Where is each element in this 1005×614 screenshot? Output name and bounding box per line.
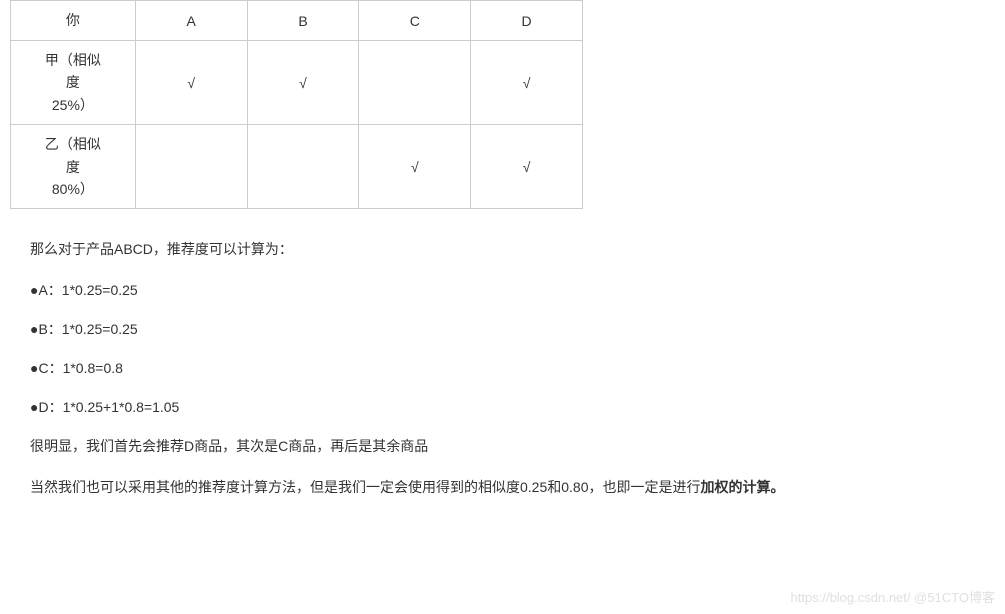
similarity-table: 你 A B C D 甲（相似 度 25%） √ √ √ 乙（ bbox=[10, 0, 583, 209]
cell-jia-a: √ bbox=[135, 41, 247, 125]
row-label-line: 80%） bbox=[52, 181, 94, 197]
header-d: D bbox=[471, 1, 583, 41]
header-c: C bbox=[359, 1, 471, 41]
row-label-line: 度 bbox=[66, 159, 80, 175]
row-jia-label: 甲（相似 度 25%） bbox=[11, 41, 136, 125]
watermark: https://blog.csdn.net/ @51CTO博客 bbox=[791, 587, 995, 606]
header-a: A bbox=[135, 1, 247, 41]
row-label-line: 甲（相似 bbox=[45, 52, 101, 68]
content-section: 那么对于产品ABCD，推荐度可以计算为： ●A：1*0.25=0.25 ●B：1… bbox=[0, 209, 1005, 498]
cell-jia-b: √ bbox=[247, 41, 359, 125]
row-yi-label: 乙（相似 度 80%） bbox=[11, 125, 136, 209]
conclusion-1: 很明显，我们首先会推荐D商品，其次是C商品，再后是其余商品 bbox=[30, 436, 975, 457]
cell-yi-b bbox=[247, 125, 359, 209]
calc-item-b: ●B：1*0.25=0.25 bbox=[30, 319, 975, 340]
cell-yi-c: √ bbox=[359, 125, 471, 209]
cell-yi-d: √ bbox=[471, 125, 583, 209]
intro-text: 那么对于产品ABCD，推荐度可以计算为： bbox=[30, 239, 975, 260]
header-you: 你 bbox=[11, 1, 136, 41]
table-row: 甲（相似 度 25%） √ √ √ bbox=[11, 41, 583, 125]
cell-jia-c bbox=[359, 41, 471, 125]
conclusion-2-bold: 加权的计算。 bbox=[701, 479, 785, 495]
conclusion-2-text: 当然我们也可以采用其他的推荐度计算方法，但是我们一定会使用得到的相似度0.25和… bbox=[30, 479, 701, 495]
row-label-line: 乙（相似 bbox=[45, 136, 101, 152]
cell-jia-d: √ bbox=[471, 41, 583, 125]
row-label-line: 25%） bbox=[52, 97, 94, 113]
calc-item-a: ●A：1*0.25=0.25 bbox=[30, 280, 975, 301]
table-header-row: 你 A B C D bbox=[11, 1, 583, 41]
row-label-line: 度 bbox=[66, 74, 80, 90]
similarity-table-wrapper: 你 A B C D 甲（相似 度 25%） √ √ √ 乙（ bbox=[0, 0, 1005, 209]
calc-item-c: ●C：1*0.8=0.8 bbox=[30, 358, 975, 379]
calc-item-d: ●D：1*0.25+1*0.8=1.05 bbox=[30, 397, 975, 418]
table-row: 乙（相似 度 80%） √ √ bbox=[11, 125, 583, 209]
header-b: B bbox=[247, 1, 359, 41]
conclusion-2: 当然我们也可以采用其他的推荐度计算方法，但是我们一定会使用得到的相似度0.25和… bbox=[30, 477, 975, 498]
cell-yi-a bbox=[135, 125, 247, 209]
